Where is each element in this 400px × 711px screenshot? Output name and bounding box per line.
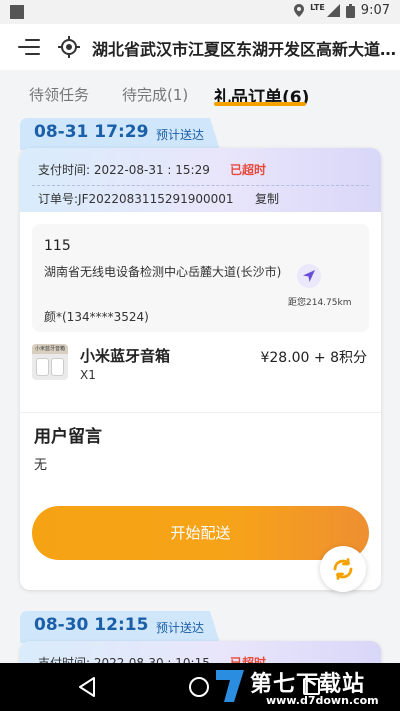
section-divider (20, 412, 381, 413)
tab-pending-tasks[interactable]: 待领任务 (29, 84, 89, 105)
copy-button[interactable]: 复制 (255, 190, 279, 207)
overdue-badge: 已超时 (230, 163, 267, 177)
distance: 距您214.75km (288, 298, 352, 308)
delivery-tag: 预计送达 (156, 621, 205, 635)
active-tab-indicator (214, 102, 306, 106)
order-date-tab: 08-30 12:15 预计送达 (20, 611, 220, 643)
watermark: 第七下载站 www.d7down.com (210, 666, 398, 711)
notification-icon (10, 5, 24, 19)
location-pin-icon (294, 4, 305, 17)
battery-icon (345, 3, 355, 18)
status-bar: LTE 9:07 (0, 0, 400, 24)
status-icons: LTE 9:07 (294, 3, 390, 18)
dashed-divider (32, 185, 369, 186)
product-name: 小米蓝牙音箱 (80, 347, 171, 365)
product-quantity: X1 (80, 368, 96, 382)
network-type: LTE (310, 3, 325, 12)
signal-icon (326, 4, 340, 17)
home-icon[interactable] (189, 677, 209, 697)
product-image: 小米蓝牙音箱 (32, 344, 68, 380)
delivery-tag: 预计送达 (156, 128, 205, 142)
delivery-address: 湖南省无线电设备检测中心岳麓大道(长沙市) (44, 265, 282, 279)
delivery-date: 08-31 17:29 (34, 122, 149, 142)
product-image-caption: 小米蓝牙音箱 (32, 344, 68, 354)
order-date-tab: 08-31 17:29 预计送达 (20, 118, 220, 150)
locate-icon[interactable] (58, 36, 80, 58)
back-icon[interactable] (78, 677, 96, 697)
house-number: 115 (44, 238, 71, 254)
message-text: 无 (34, 458, 48, 473)
watermark-logo-icon (216, 670, 244, 702)
pay-time: 支付时间: 2022-08-31 : 15:29 (38, 163, 210, 177)
navigate-button[interactable] (297, 264, 321, 288)
refresh-icon (333, 558, 353, 580)
tab-to-complete[interactable]: 待完成(1) (122, 84, 188, 105)
refresh-button[interactable] (320, 546, 366, 592)
message-title: 用户留言 (34, 427, 102, 447)
start-delivery-button[interactable]: 开始配送 (32, 506, 369, 560)
navigation-arrow-icon (303, 270, 315, 282)
order-header: 支付时间: 2022-08-31 : 15:29 已超时 订单号:JF20220… (20, 148, 381, 212)
menu-icon[interactable] (18, 39, 40, 55)
order-card: 支付时间: 2022-08-31 : 15:29 已超时 订单号:JF20220… (20, 148, 381, 592)
address-box: 115 湖南省无线电设备检测中心岳麓大道(长沙市) 颜*(134****3524… (32, 224, 369, 332)
product-price: ¥28.00 + 8积分 (260, 350, 367, 366)
delivery-date: 08-30 12:15 (34, 615, 149, 635)
current-address[interactable]: 湖北省武汉市江夏区东湖开发区高新大道9... (92, 36, 397, 60)
watermark-url: www.d7down.com (266, 694, 379, 707)
top-bar: 湖北省武汉市江夏区东湖开发区高新大道9... (0, 24, 400, 70)
customer-contact: 颜*(134****3524) (44, 310, 149, 324)
order-number: 订单号:JF2022083115291900001 (38, 192, 234, 206)
clock: 9:07 (360, 3, 390, 18)
order-tabs: 待领任务 待完成(1) 礼品订单(6) (0, 70, 400, 114)
